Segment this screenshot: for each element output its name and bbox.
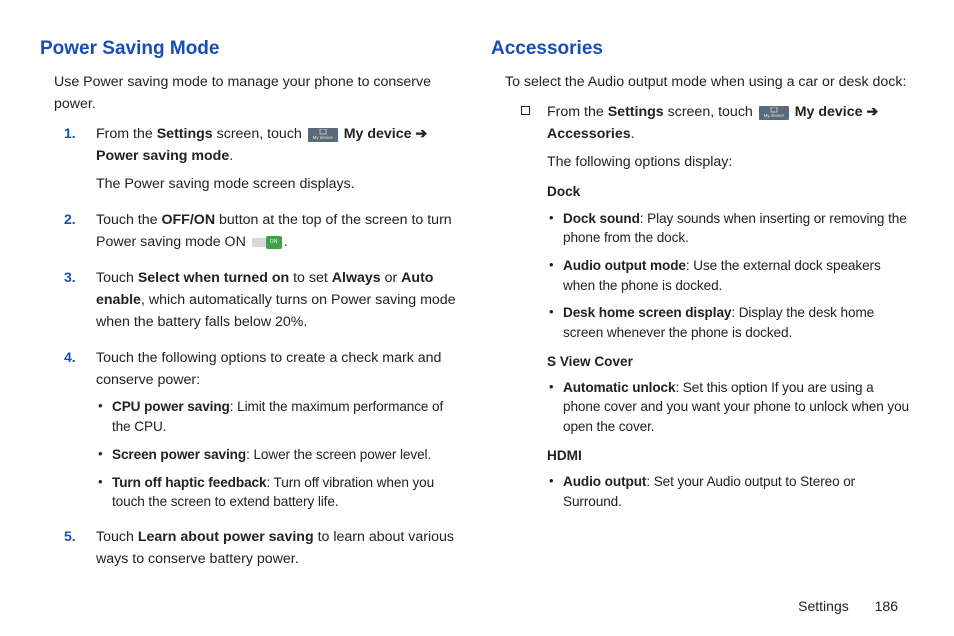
bullets-dock: Dock sound: Play sounds when inserting o… [547, 209, 914, 343]
bold: Settings [608, 104, 664, 120]
my-device-icon [759, 106, 789, 120]
sub-text: The following options display: [547, 151, 914, 173]
text: Touch the following options to create a … [96, 350, 441, 388]
step-number: 5. [64, 526, 76, 548]
bullet-item: Audio output mode: Use the external dock… [547, 256, 914, 295]
bullet-item: CPU power saving: Limit the maximum perf… [96, 397, 463, 436]
step-2: 2. Touch the OFF/ON button at the top of… [92, 209, 463, 253]
text: to set [289, 270, 332, 286]
step-number: 4. [64, 347, 76, 369]
intro-power-saving: Use Power saving mode to manage your pho… [54, 71, 463, 115]
right-column: Accessories To select the Audio output m… [491, 34, 914, 584]
step-4: 4. Touch the following options to create… [92, 347, 463, 512]
footer-page-number: 186 [875, 598, 898, 614]
bullet-item: Turn off haptic feedback: Turn off vibra… [96, 473, 463, 512]
step-sub: The Power saving mode screen displays. [96, 173, 463, 195]
sub-bullets: CPU power saving: Limit the maximum perf… [96, 397, 463, 512]
bullet-item: Dock sound: Play sounds when inserting o… [547, 209, 914, 248]
steps-list: 1. From the Settings screen, touch My de… [70, 123, 463, 570]
group-title-hdmi: HDMI [547, 445, 914, 466]
bold: Power saving mode [96, 148, 229, 164]
text: From the [96, 126, 157, 142]
bold: My device [340, 126, 416, 142]
step-number: 3. [64, 267, 76, 289]
text: screen, touch [213, 126, 306, 142]
on-toggle-icon: ON [252, 236, 282, 249]
text: . [631, 126, 635, 142]
bold: Select when turned on [138, 270, 289, 286]
footer-section: Settings [798, 598, 849, 614]
page-footer: Settings 186 [798, 598, 898, 614]
text: Touch [96, 529, 138, 545]
intro-accessories: To select the Audio output mode when usi… [505, 71, 914, 93]
bold: Settings [157, 126, 213, 142]
step-number: 2. [64, 209, 76, 231]
text: From the [547, 104, 608, 120]
step-1: 1. From the Settings screen, touch My de… [92, 123, 463, 195]
bold: Dock sound [563, 211, 640, 226]
text: Touch [96, 270, 138, 286]
square-list: From the Settings screen, touch My devic… [521, 101, 914, 511]
square-item: From the Settings screen, touch My devic… [543, 101, 914, 511]
bullet-item: Audio output: Set your Audio output to S… [547, 472, 914, 511]
text: or [381, 270, 402, 286]
bold: Audio output [563, 474, 646, 489]
bold: Turn off haptic feedback [112, 475, 266, 490]
bold: Desk home screen display [563, 305, 731, 320]
bold: Accessories [547, 126, 631, 142]
bold: OFF/ON [161, 212, 215, 228]
bullet-item: Screen power saving: Lower the screen po… [96, 445, 463, 465]
bullets-sview: Automatic unlock: Set this option If you… [547, 378, 914, 437]
heading-power-saving: Power Saving Mode [40, 34, 463, 63]
text: . [284, 234, 288, 250]
arrow-icon: ➔ [415, 126, 427, 142]
bold: Screen power saving [112, 447, 246, 462]
bullet-item: Automatic unlock: Set this option If you… [547, 378, 914, 437]
text: : Lower the screen power level. [246, 447, 431, 462]
step-3: 3. Touch Select when turned on to set Al… [92, 267, 463, 333]
text: screen, touch [664, 104, 757, 120]
my-device-icon [308, 128, 338, 142]
bullet-item: Desk home screen display: Display the de… [547, 303, 914, 342]
bold: My device [791, 104, 867, 120]
left-column: Power Saving Mode Use Power saving mode … [40, 34, 463, 584]
group-title-dock: Dock [547, 181, 914, 202]
text: , which automatically turns on Power sav… [96, 292, 456, 330]
step-5: 5. Touch Learn about power saving to lea… [92, 526, 463, 570]
bold: Automatic unlock [563, 380, 675, 395]
group-title-sview: S View Cover [547, 351, 914, 372]
bold: CPU power saving [112, 399, 230, 414]
page: Power Saving Mode Use Power saving mode … [0, 0, 954, 584]
arrow-icon: ➔ [866, 104, 878, 120]
bold: Always [332, 270, 381, 286]
bold: Learn about power saving [138, 529, 314, 545]
bold: Audio output mode [563, 258, 686, 273]
step-number: 1. [64, 123, 76, 145]
bullets-hdmi: Audio output: Set your Audio output to S… [547, 472, 914, 511]
text: Touch the [96, 212, 161, 228]
heading-accessories: Accessories [491, 34, 914, 63]
text: . [229, 148, 233, 164]
